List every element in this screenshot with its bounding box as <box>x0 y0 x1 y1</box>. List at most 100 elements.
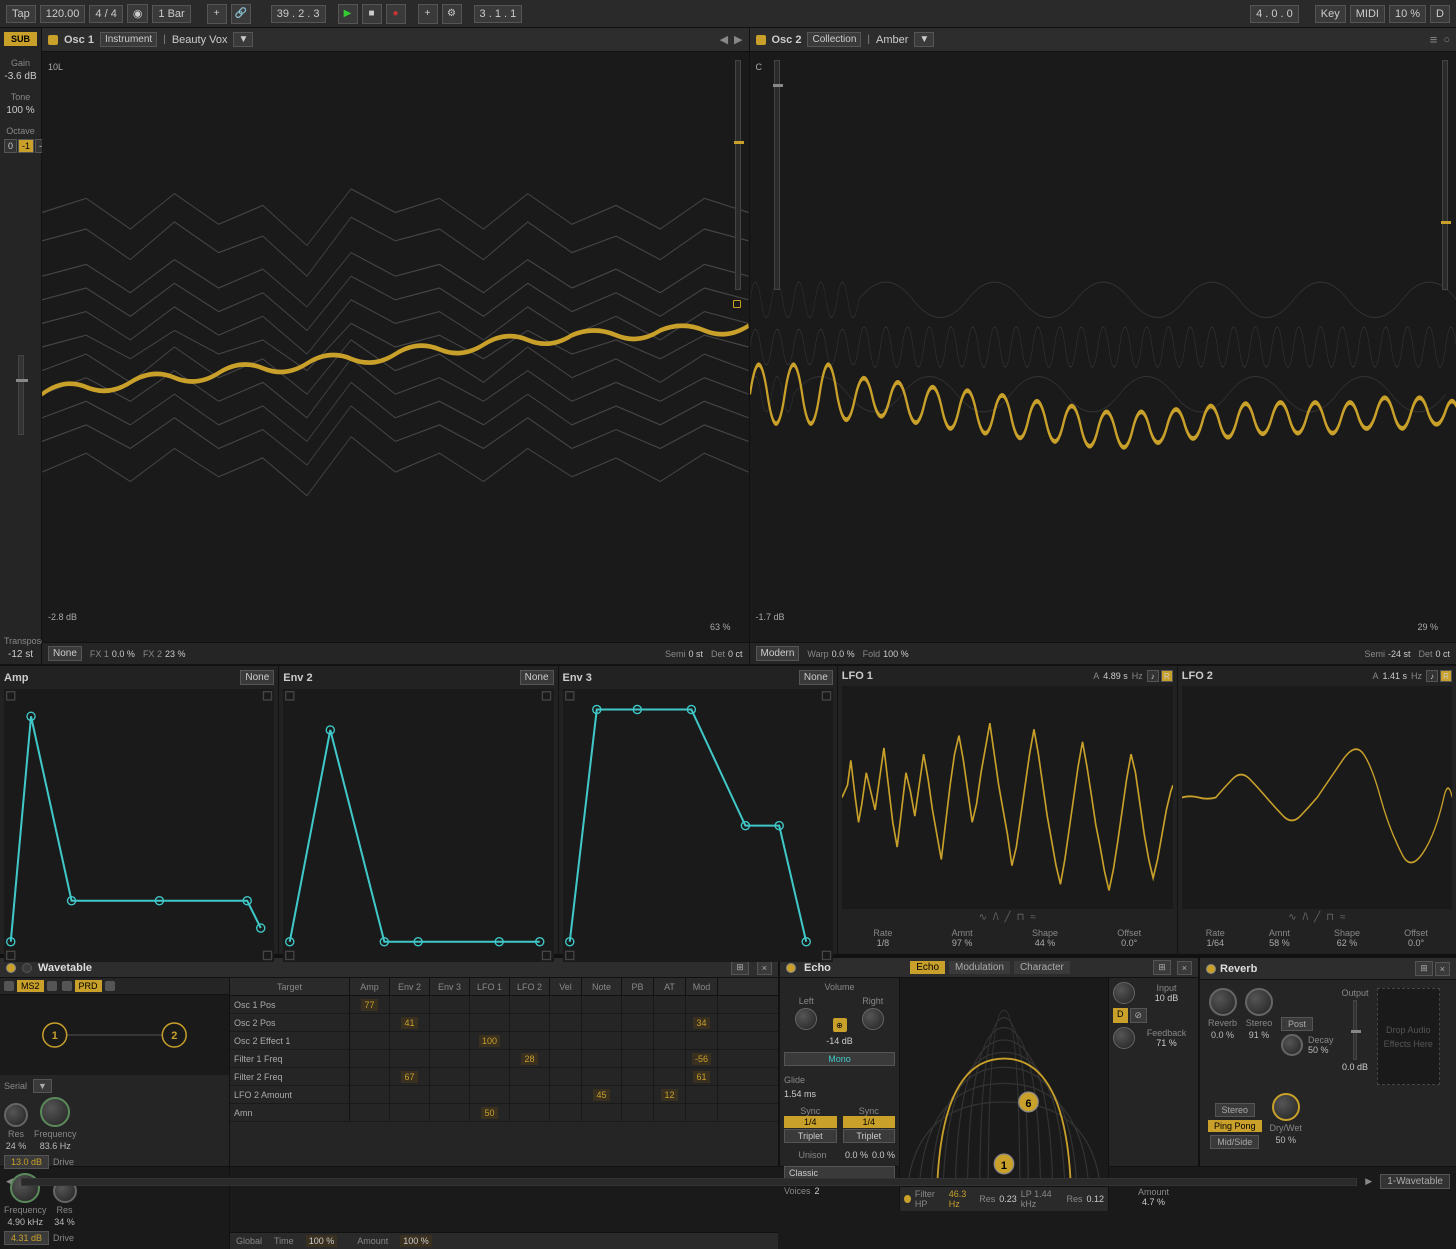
osc1-mode-dropdown[interactable]: Instrument <box>100 32 157 47</box>
matrix-cell-value[interactable]: 41 <box>401 1017 417 1029</box>
matrix-cell[interactable] <box>390 996 430 1013</box>
matrix-cell[interactable] <box>654 996 686 1013</box>
matrix-cell[interactable] <box>686 996 718 1013</box>
scene-button[interactable]: ⚙ <box>442 4 462 24</box>
amp-env-mode[interactable]: None <box>240 670 274 685</box>
lfo2-amnt-v[interactable]: 58 % <box>1269 938 1290 948</box>
echo-triplet-right[interactable]: Triplet <box>843 1129 896 1143</box>
reverb-expand[interactable]: ⊞ <box>1415 961 1433 976</box>
matrix-time-val[interactable]: 100 % <box>306 1235 338 1247</box>
position-display2[interactable]: 3 . 1 . 1 <box>474 5 523 23</box>
matrix-cell[interactable] <box>430 1086 470 1103</box>
osc1-fx1-value[interactable]: 0.0 % <box>112 649 135 659</box>
matrix-cell[interactable] <box>350 1032 390 1049</box>
lfo1-note-btn[interactable]: ♪ <box>1147 670 1159 682</box>
gain-value[interactable]: -3.6 dB <box>4 71 37 82</box>
matrix-cell[interactable] <box>686 1086 718 1103</box>
matrix-cell[interactable] <box>550 1068 582 1085</box>
echo-link-btn[interactable]: ⊕ <box>833 1018 847 1032</box>
matrix-cell[interactable]: 45 <box>582 1086 622 1103</box>
osc2-warp-dropdown[interactable]: Modern <box>756 646 800 661</box>
matrix-cell[interactable] <box>510 1068 550 1085</box>
matrix-cell[interactable] <box>470 1014 510 1031</box>
lfo2-sine-icon[interactable]: ∿ <box>1288 912 1296 923</box>
matrix-cell[interactable] <box>430 1032 470 1049</box>
dry-wet-knob[interactable] <box>1272 1093 1300 1121</box>
lfo2-shape-v[interactable]: 62 % <box>1334 938 1360 948</box>
matrix-cell-value[interactable]: 100 <box>479 1035 500 1047</box>
lfo2-sq-icon[interactable]: ⊓ <box>1326 912 1334 923</box>
matrix-cell[interactable] <box>350 1050 390 1067</box>
midi-button[interactable]: MIDI <box>1350 5 1385 23</box>
sub-button[interactable]: SUB <box>4 32 37 46</box>
matrix-cell[interactable] <box>654 1032 686 1049</box>
matrix-cell[interactable] <box>622 1050 654 1067</box>
matrix-cell-value[interactable]: -56 <box>692 1053 711 1065</box>
echo-mono-btn[interactable]: Mono <box>784 1052 895 1066</box>
matrix-cell[interactable] <box>350 1086 390 1103</box>
echo-input-val[interactable]: 10 dB <box>1139 993 1194 1003</box>
matrix-cell[interactable]: LFO 2 Amount <box>230 1086 350 1103</box>
echo-power[interactable] <box>786 963 796 973</box>
matrix-cell-value[interactable]: 50 <box>481 1107 497 1119</box>
osc1-det-value[interactable]: 0 ct <box>728 649 743 659</box>
osc2-level-slider[interactable] <box>1442 60 1448 290</box>
matrix-cell[interactable] <box>654 1050 686 1067</box>
matrix-cell[interactable] <box>430 1068 470 1085</box>
matrix-cell[interactable] <box>622 1104 654 1121</box>
matrix-cell[interactable] <box>430 1014 470 1031</box>
matrix-cell[interactable] <box>510 1104 550 1121</box>
echo-glide-val[interactable]: 1.54 ms <box>784 1089 895 1099</box>
matrix-cell[interactable] <box>470 1068 510 1085</box>
echo-tab-echo[interactable]: Echo <box>910 961 945 974</box>
lfo2-rand-icon[interactable]: ≈ <box>1340 912 1346 923</box>
echo-left-vol-knob[interactable] <box>795 1008 817 1030</box>
matrix-cell[interactable] <box>582 996 622 1013</box>
time-sig-display[interactable]: 4 / 4 <box>89 5 122 23</box>
echo-feedback-knob[interactable] <box>1113 1027 1135 1049</box>
reverb-main-knob[interactable] <box>1209 988 1237 1016</box>
decay-val[interactable]: 50 % <box>1308 1045 1334 1055</box>
osc1-level-slider[interactable] <box>735 60 741 290</box>
stereo-knob[interactable] <box>1245 988 1273 1016</box>
matrix-cell[interactable] <box>622 1032 654 1049</box>
reverb-knob-val[interactable]: 0.0 % <box>1211 1030 1234 1040</box>
add-button2[interactable]: + <box>418 4 438 24</box>
env3-mode[interactable]: None <box>799 670 833 685</box>
matrix-cell[interactable]: 61 <box>686 1068 718 1085</box>
stop-button[interactable]: ■ <box>362 4 382 24</box>
echo-filter-freq[interactable]: 46.3 Hz <box>949 1189 975 1209</box>
echo-input-knob[interactable] <box>1113 982 1135 1004</box>
reverb-mid-side-btn[interactable]: Mid/Side <box>1210 1135 1259 1149</box>
osc2-warp-value[interactable]: 0.0 % <box>832 649 855 659</box>
transpose-value[interactable]: -12 st <box>4 649 37 660</box>
bpm-display[interactable]: 120.00 <box>40 5 86 23</box>
osc1-pos-marker[interactable] <box>733 300 741 308</box>
sub-slider[interactable] <box>18 355 24 435</box>
lfo1-shape-v[interactable]: 44 % <box>1032 938 1058 948</box>
matrix-cell[interactable]: Osc 2 Pos <box>230 1014 350 1031</box>
matrix-cell-value[interactable]: 67 <box>401 1071 417 1083</box>
osc1-semi-value[interactable]: 0 st <box>688 649 703 659</box>
res1-value[interactable]: 24 % <box>6 1141 27 1151</box>
matrix-cell-value[interactable]: 61 <box>693 1071 709 1083</box>
drive2-btn[interactable]: 4.31 dB <box>4 1231 49 1245</box>
wt-chain-next[interactable] <box>47 981 57 991</box>
matrix-cell[interactable]: -56 <box>686 1050 718 1067</box>
matrix-cell[interactable] <box>510 996 550 1013</box>
echo-triplet-left[interactable]: Triplet <box>784 1129 837 1143</box>
echo-feedback-val[interactable]: 71 % <box>1139 1038 1194 1048</box>
matrix-cell[interactable] <box>350 1104 390 1121</box>
add-button[interactable]: + <box>207 4 227 24</box>
matrix-cell[interactable]: Filter 1 Freq <box>230 1050 350 1067</box>
link-button[interactable]: 🔗 <box>231 4 251 24</box>
lfo1-sine-icon[interactable]: ∿ <box>979 912 987 923</box>
echo-close[interactable]: × <box>1177 961 1192 975</box>
echo-d-btn[interactable]: D <box>1113 1008 1128 1023</box>
stereo-knob-val[interactable]: 91 % <box>1249 1030 1270 1040</box>
matrix-cell[interactable] <box>686 1104 718 1121</box>
matrix-cell[interactable] <box>390 1086 430 1103</box>
matrix-cell-value[interactable]: 28 <box>521 1053 537 1065</box>
osc1-warp-mode[interactable]: None <box>48 646 82 661</box>
lfo1-retrig-btn[interactable]: R <box>1161 670 1173 682</box>
